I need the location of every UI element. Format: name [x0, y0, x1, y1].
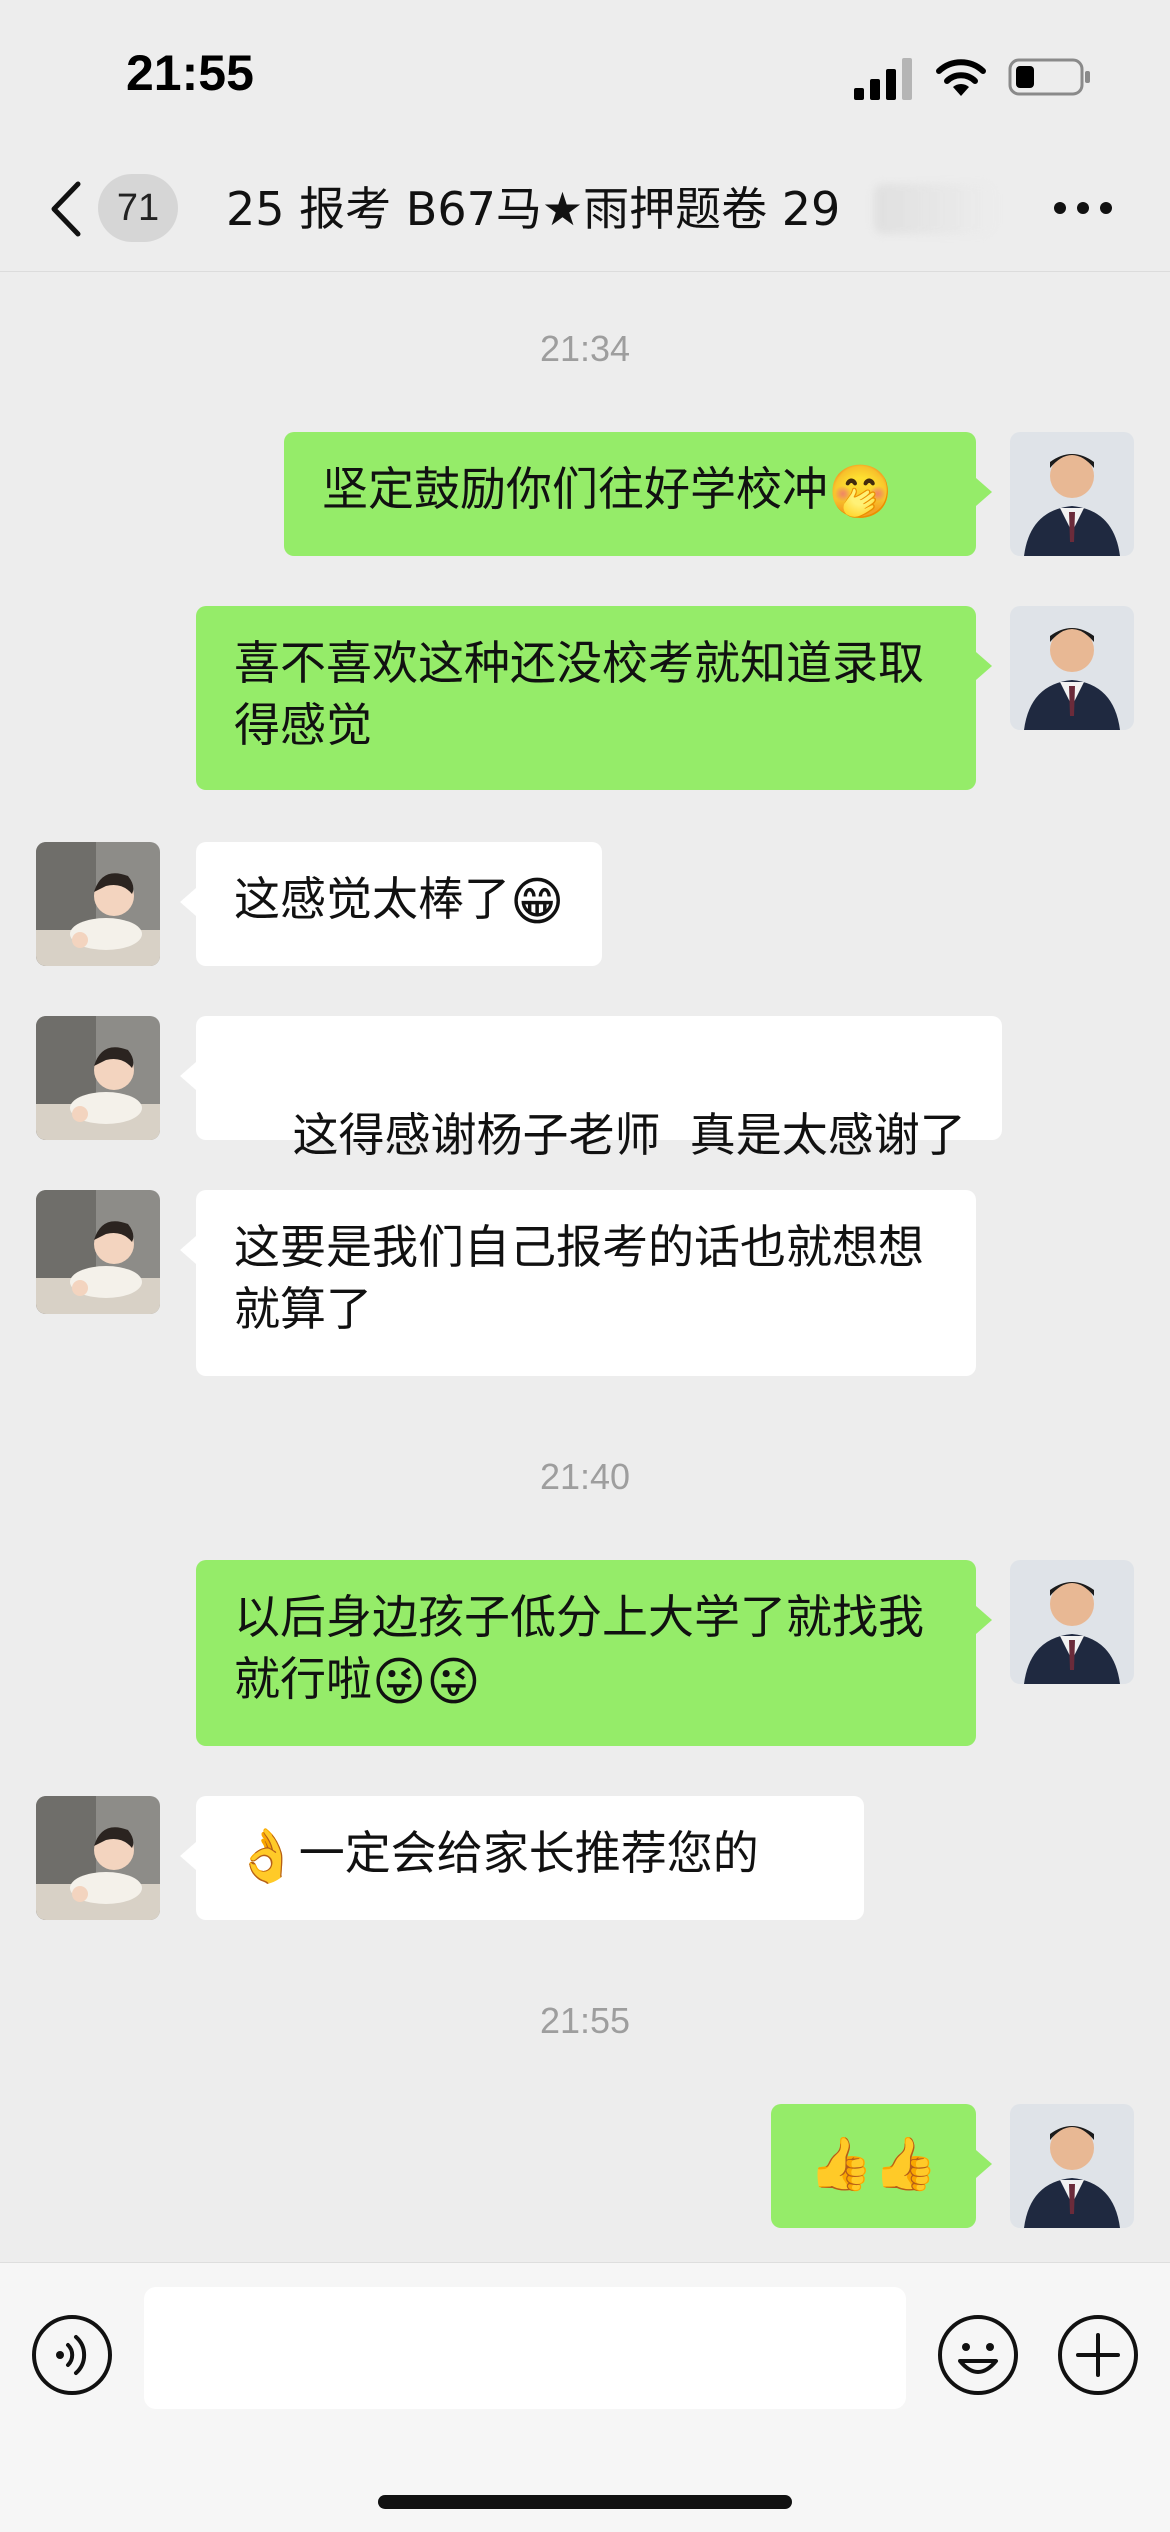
message-bubble-incoming[interactable]: 这要是我们自己报考的话也就想想就算了: [180, 1190, 976, 1376]
avatar-self[interactable]: [1010, 432, 1134, 556]
timestamp: 21:34: [539, 328, 631, 369]
emoji: 👌: [234, 1826, 299, 1887]
message-text: 这感觉太棒了: [234, 872, 510, 926]
unread-count-badge[interactable]: 71: [98, 174, 178, 242]
avatar-contact[interactable]: [36, 1796, 160, 1920]
chat-title: 25 报考 B67马★雨押题卷 29: [226, 182, 841, 236]
message-text: 坚定鼓励你们往好学校冲: [322, 462, 828, 516]
signal-icon: [854, 58, 912, 100]
avatar-self[interactable]: [1010, 606, 1134, 730]
emoji: 👍👍: [808, 2134, 939, 2195]
battery-icon: [1008, 58, 1090, 96]
emoji-icon[interactable]: [936, 2313, 1020, 2397]
emoji: 😁: [510, 872, 565, 933]
message-text: 一定会给家长推荐您的: [298, 1826, 759, 1880]
chat-header: 71 25 报考 B67马★雨押题卷 29: [0, 150, 1170, 272]
message-bubble-incoming[interactable]: 这感觉太棒了😁: [179, 842, 603, 966]
voice-icon[interactable]: [30, 2313, 114, 2397]
avatar-contact[interactable]: [36, 1190, 160, 1314]
wifi-icon: [936, 59, 986, 96]
message-text: 这得感谢杨子老师 真是太感谢了: [292, 1108, 966, 1162]
message-bubble-outgoing[interactable]: 以后身边孩子低分上大学了就找我就行啦😜😜: [196, 1560, 992, 1746]
emoji: 🤭: [828, 462, 893, 523]
title-redaction: [874, 184, 994, 234]
timestamp: 21:55: [539, 2000, 631, 2041]
timestamp: 21:40: [539, 1456, 631, 1497]
back-icon[interactable]: [46, 178, 86, 240]
message-text: 以后身边孩子低分上大学了就找我就行啦: [234, 1590, 924, 1706]
message-bubble-outgoing[interactable]: 喜不喜欢这种还没校考就知道录取得感觉: [196, 606, 992, 790]
input-bar: [0, 2262, 1170, 2532]
avatar-contact[interactable]: [36, 842, 160, 966]
status-time: 21:55: [126, 45, 254, 101]
emoji: 😜😜: [372, 1652, 481, 1713]
message-text: 喜不喜欢这种还没校考就知道录取得感觉: [234, 636, 924, 752]
message-bubble-outgoing[interactable]: 坚定鼓励你们往好学校冲🤭: [284, 432, 992, 556]
message-input[interactable]: [144, 2287, 906, 2409]
avatar-self[interactable]: [1010, 2104, 1134, 2228]
more-options-icon[interactable]: [1052, 196, 1114, 220]
avatar-self[interactable]: [1010, 1560, 1134, 1684]
plus-icon[interactable]: [1056, 2313, 1140, 2397]
avatar-contact[interactable]: [36, 1016, 160, 1140]
message-bubble-incoming[interactable]: 这得感谢杨子老师 真是太感谢了: [180, 1016, 1002, 1162]
message-bubble-outgoing[interactable]: 👍👍: [770, 2104, 992, 2228]
message-text: 这要是我们自己报考的话也就想想就算了: [234, 1220, 924, 1336]
message-bubble-incoming[interactable]: 👌一定会给家长推荐您的: [180, 1796, 864, 1920]
status-bar: 21:55: [0, 0, 1170, 150]
home-indicator: [378, 2495, 792, 2509]
